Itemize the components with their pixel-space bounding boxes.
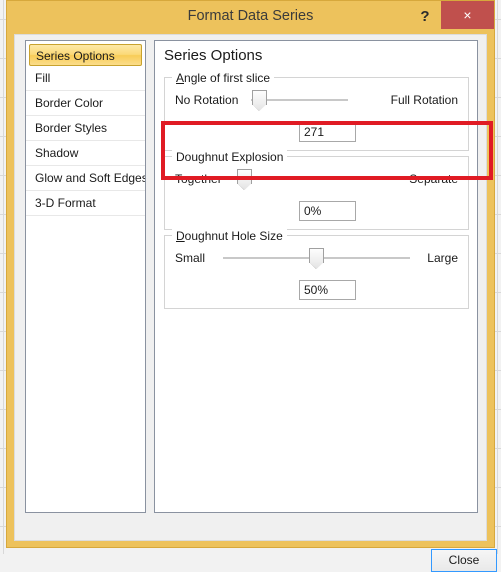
group-doughnut-explosion: Doughnut Explosion Together Separate 0%	[164, 150, 469, 230]
group-legend-text: ngle of first slice	[184, 71, 271, 85]
slider-row: Together Separate	[165, 169, 468, 191]
slider-min-label: Together	[175, 172, 222, 186]
group-angle-of-first-slice: Angle of first slice No Rotation Full Rota…	[164, 71, 469, 151]
group-doughnut-hole-size: Doughnut Hole Size Small Large 50%	[164, 229, 469, 309]
slider-row: Small Large	[165, 248, 468, 270]
group-legend: Angle of first slice	[172, 71, 275, 85]
dialog-client-area: Series Options Fill Border Color Border Sty…	[14, 34, 497, 572]
slider[interactable]	[223, 248, 410, 270]
accelerator-letter: D	[176, 229, 185, 243]
value-input[interactable]: 271	[299, 122, 356, 142]
slider-max-label: Separate	[409, 172, 458, 186]
series-options-pane: Series Options Angle of first slice No Ro…	[154, 40, 478, 513]
slider-thumb-tip-inner	[252, 104, 265, 110]
slider-thumb-tip-inner	[238, 183, 250, 189]
dialog-titlebar[interactable]: Format Data Series ? ×	[7, 1, 494, 34]
slider[interactable]	[251, 90, 348, 112]
sidebar-item-glow-and-soft-edges[interactable]: Glow and Soft Edges	[26, 166, 145, 191]
group-legend: Doughnut Hole Size	[172, 229, 287, 243]
slider-thumb[interactable]	[237, 169, 252, 190]
slider-thumb[interactable]	[251, 90, 267, 111]
sidebar-item-fill[interactable]: Fill	[26, 66, 145, 91]
pane-heading: Series Options	[164, 47, 263, 64]
group-legend: Doughnut Explosion	[172, 150, 288, 164]
slider-min-label: Small	[175, 251, 206, 265]
sidebar-item-3-d-format[interactable]: 3-D Format	[26, 191, 145, 216]
sidebar-item-shadow[interactable]: Shadow	[26, 141, 145, 166]
slider-max-label: Large	[427, 251, 458, 265]
slider-thumb[interactable]	[309, 248, 324, 269]
close-button[interactable]: Close	[431, 549, 497, 572]
sidebar-item-border-color[interactable]: Border Color	[26, 91, 145, 116]
value-input[interactable]: 50%	[299, 280, 356, 300]
accelerator-letter: A	[176, 71, 185, 85]
help-icon[interactable]: ?	[415, 6, 435, 28]
slider-thumb-tip-inner	[310, 262, 322, 268]
sidebar-item-series-options[interactable]: Series Options	[29, 44, 142, 66]
gridline	[497, 0, 498, 554]
group-legend-text: oughnut Hole Size	[184, 229, 283, 243]
slider-row: No Rotation Full Rotation	[165, 90, 468, 112]
format-data-series-dialog: Format Data Series ? × Series Options Fil…	[6, 0, 497, 572]
slider-track[interactable]	[237, 178, 396, 180]
close-icon[interactable]: ×	[441, 1, 494, 29]
sidebar-item-border-styles[interactable]: Border Styles	[26, 116, 145, 141]
gridline	[3, 0, 4, 554]
slider[interactable]	[237, 169, 396, 191]
value-input[interactable]: 0%	[299, 201, 356, 221]
category-list[interactable]: Series Options Fill Border Color Border Sty…	[25, 40, 146, 513]
slider-min-label: No Rotation	[175, 93, 239, 107]
slider-max-label: Full Rotation	[390, 93, 458, 107]
